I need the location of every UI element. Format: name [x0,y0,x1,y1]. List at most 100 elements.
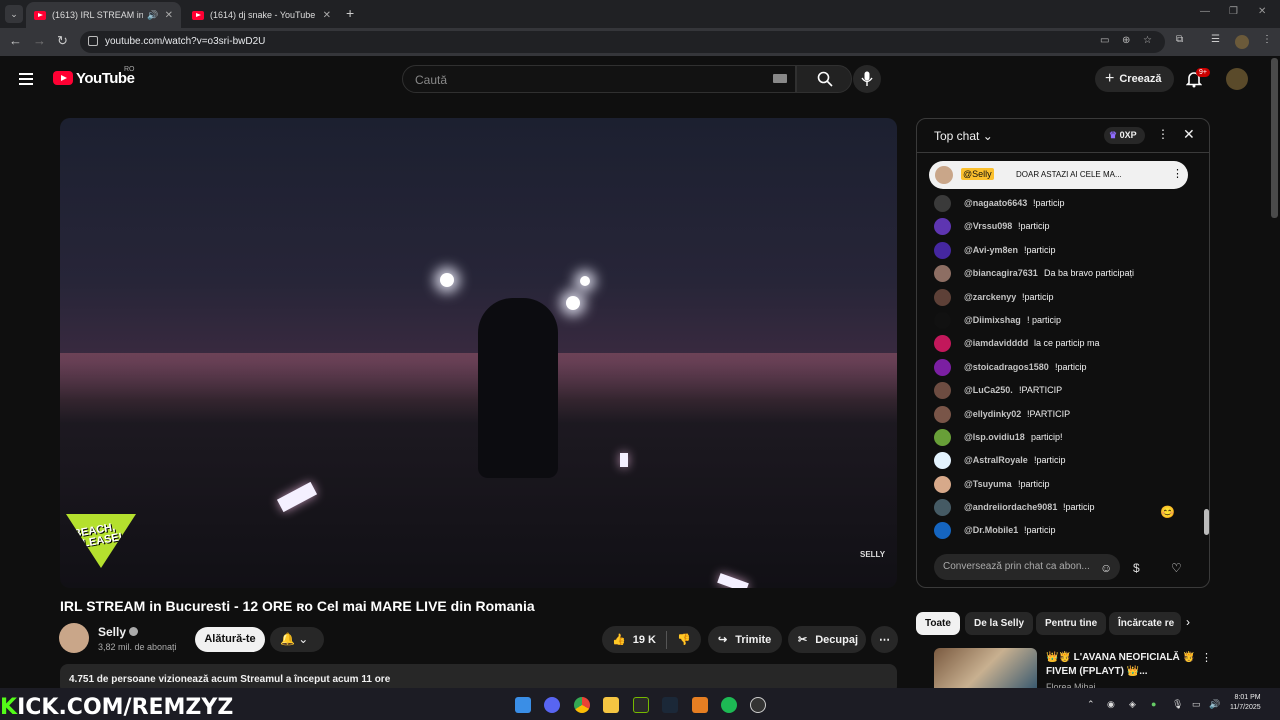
reading-list-icon[interactable]: ☰ [1211,34,1220,45]
chat-avatar[interactable] [934,288,951,306]
app-icon[interactable] [692,697,708,713]
steam-icon[interactable] [662,697,678,713]
close-window-icon[interactable]: ✕ [1258,6,1266,17]
address-bar[interactable]: youtube.com/watch?v=o3sri-bwD2U ▭ ⊕ ☆ [80,31,1165,53]
chat-avatar[interactable] [934,265,951,283]
chat-author[interactable]: @iamdavidddd [964,338,1028,348]
chat-message[interactable]: @LuCa250. !PARTICIP [917,379,1197,402]
chat-author[interactable]: @stoicadragos1580 [964,362,1049,372]
new-tab-button[interactable]: + [346,5,354,21]
dislike-button[interactable]: 👎 [677,633,691,646]
chat-author[interactable]: @lsp.ovidiu18 [964,432,1025,442]
discord-icon[interactable] [544,697,560,713]
chat-author[interactable]: @andreiiordache9081 [964,502,1057,512]
tray-app-icon[interactable]: ◈ [1129,699,1136,710]
voice-search-button[interactable] [853,65,881,93]
chat-avatar[interactable] [934,428,951,446]
tray-chevron-icon[interactable]: ⌃ [1087,699,1095,710]
chat-author[interactable]: @Dr.Mobile1 [964,525,1018,535]
tab-search-button[interactable]: ⌄ [5,5,23,23]
chat-message[interactable]: @biancagira7631 Da ba bravo participați [917,262,1197,285]
search-input[interactable]: Caută [402,65,796,93]
like-button[interactable]: 👍 19 K [612,633,656,647]
chip-uploaded[interactable]: Încărcate re [1109,612,1181,635]
account-avatar[interactable] [1226,68,1248,90]
chat-avatar[interactable] [934,475,951,493]
chat-avatar[interactable] [934,452,951,470]
chat-avatar[interactable] [934,499,951,517]
minimize-icon[interactable]: — [1200,6,1210,17]
page-scrollbar[interactable] [1271,58,1278,218]
chip-for-you[interactable]: Pentru tine [1036,612,1107,635]
site-info-icon[interactable] [88,36,98,46]
tab-inactive[interactable]: (1614) dj snake - YouTube ✕ [184,2,339,28]
tab-close-icon[interactable]: ✕ [165,10,173,21]
create-button[interactable]: + Creează [1095,66,1174,92]
chat-avatar[interactable] [934,405,951,423]
menu-icon[interactable] [19,73,33,88]
chat-message[interactable]: @ellydinky02 !PARTICIP [917,403,1197,426]
chat-message[interactable]: @Diimixshag ! particip [917,309,1197,332]
recommended-thumbnail[interactable] [934,648,1037,688]
chat-avatar[interactable] [934,195,951,212]
chat-author[interactable]: @biancagira7631 [964,268,1038,278]
chat-more-icon[interactable]: ⋮ [1157,127,1169,141]
chat-author[interactable]: @AstralRoyale [964,455,1028,465]
close-chat-icon[interactable]: ✕ [1183,126,1195,143]
chat-avatar[interactable] [934,218,951,236]
pinned-message[interactable]: @Selly DOAR ASTAZI AI CELE MA... ⋮ [929,161,1188,189]
tray-mic-icon[interactable]: 🎙 [1172,699,1183,710]
system-clock[interactable]: 8:01 PM 11/7/2025 [1230,693,1261,713]
channel-name[interactable]: Selly [98,625,139,639]
chat-message[interactable]: @iamdavidddd la ce particip ma [917,332,1197,355]
chat-avatar[interactable] [934,382,951,400]
forward-icon[interactable]: → [33,33,46,48]
video-player[interactable]: BEACH, PLEASE! SELLY [60,118,897,588]
chevron-right-icon[interactable]: › [1186,615,1190,629]
heart-icon[interactable]: ♡ [1171,561,1182,575]
chat-author[interactable]: @LuCa250. [964,385,1013,395]
channel-name-text[interactable]: Selly [98,625,126,639]
chat-message[interactable]: @andreiiordache9081 !particip [917,496,1197,519]
share-button[interactable]: ↪ Trimite [708,626,782,653]
tray-app-icon[interactable]: ● [1151,699,1156,709]
chat-message[interactable]: @stoicadragos1580 !particip [917,356,1197,379]
chat-message[interactable]: @lsp.ovidiu18 particip! [917,426,1197,449]
pinned-more-icon[interactable]: ⋮ [1172,167,1183,180]
chat-avatar[interactable] [934,358,951,376]
obs-icon[interactable] [750,697,766,713]
clip-button[interactable]: ✂ Decupaj [788,626,866,653]
chat-author[interactable]: @nagaato6643 [964,198,1027,208]
chat-author[interactable]: @Tsuyuma [964,479,1012,489]
browser-profile-avatar[interactable] [1235,35,1249,49]
channel-avatar[interactable] [59,623,89,653]
start-icon[interactable] [515,697,531,713]
chat-input[interactable]: Conversează prin chat ca abon... [934,554,1120,580]
emoji-icon[interactable]: ☺ [1100,561,1112,575]
chat-author[interactable]: @Avi-ym8en [964,245,1018,255]
chip-all[interactable]: Toate [916,612,960,635]
recommended-more-icon[interactable]: ⋮ [1201,651,1212,664]
xp-badge[interactable]: ♛ 0XP [1104,127,1145,144]
keyboard-icon[interactable] [773,74,787,83]
chip-from-selly[interactable]: De la Selly [965,612,1034,635]
chat-avatar[interactable] [934,522,951,540]
restore-icon[interactable]: ❐ [1229,6,1238,17]
browser-menu-icon[interactable]: ⋮ [1262,34,1272,45]
chat-message[interactable]: @zarckenyy !particip [917,286,1197,309]
chat-message[interactable]: @nagaato6643 !particip [917,192,1197,215]
subscription-bell-button[interactable]: 🔔 ⌄ [270,627,324,652]
chrome-icon[interactable] [574,697,590,713]
chat-scrollbar[interactable] [1204,509,1209,535]
chat-author[interactable]: @Vrssu098 [964,221,1012,231]
super-chat-icon[interactable]: $ [1133,561,1140,575]
tray-app-icon[interactable]: ◉ [1107,699,1115,710]
extensions-icon[interactable]: ⧉ [1176,34,1183,45]
tab-active[interactable]: (1613) IRL STREAM in Bucu 🔊 ✕ [26,2,181,28]
volume-icon[interactable]: 🔊 [1209,699,1220,710]
bookmark-star-icon[interactable]: ☆ [1143,35,1152,46]
chat-mode-dropdown[interactable]: Top chat ⌄ [934,129,993,143]
more-actions-button[interactable]: ⋯ [871,626,898,653]
back-icon[interactable]: ← [9,33,22,48]
cast-icon[interactable]: ▭ [1100,35,1109,46]
